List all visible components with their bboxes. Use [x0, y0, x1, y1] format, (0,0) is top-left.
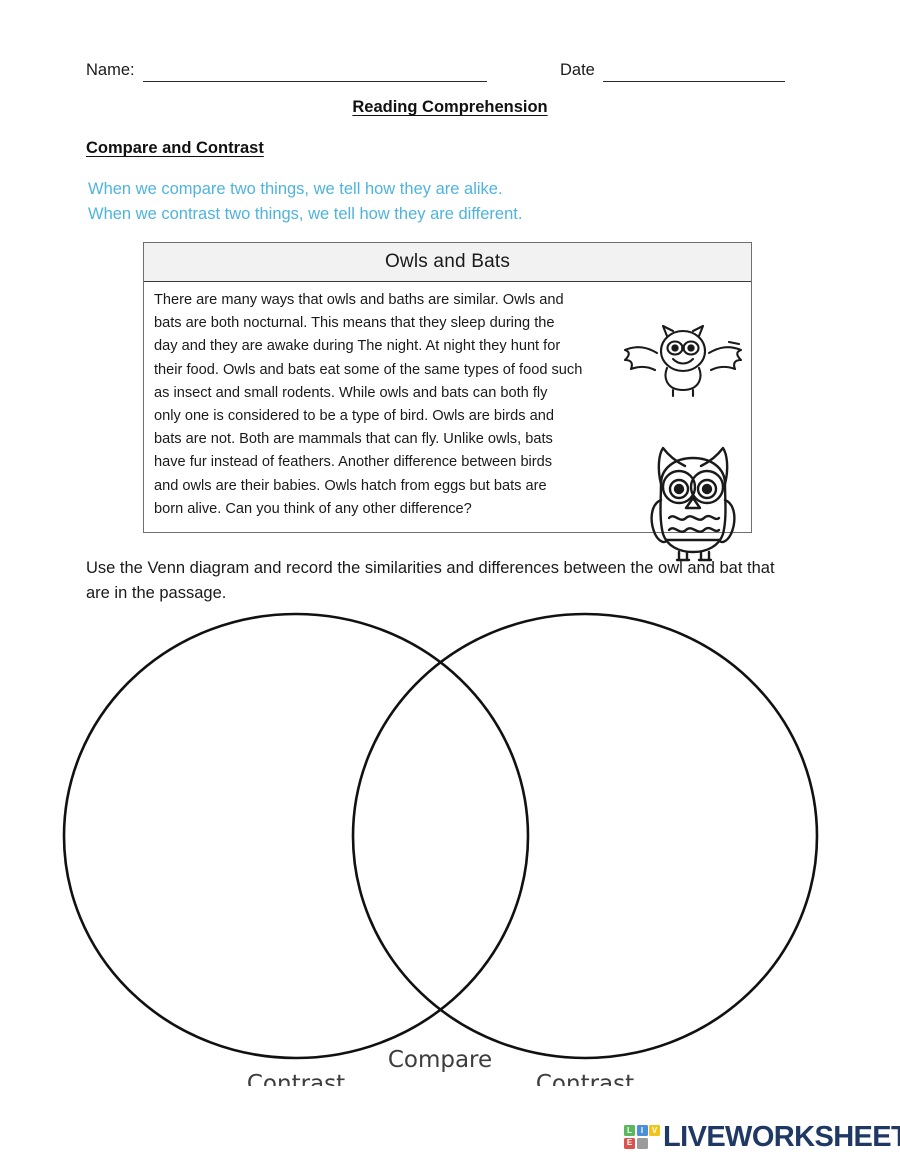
venn-circle-left[interactable] [62, 612, 530, 1060]
venn-circle-right[interactable] [351, 612, 819, 1060]
venn-svg: Contrast Compare Contrast [62, 612, 819, 1086]
logo-wordmark: LIVEWORKSHEETS [663, 1120, 900, 1153]
venn-diagram: Contrast Compare Contrast [48, 606, 848, 1086]
venn-label-center: Compare [388, 1047, 492, 1073]
passage-title: Owls and Bats [384, 251, 511, 272]
owl-icon [650, 446, 736, 562]
venn-label-right: Contrast [536, 1071, 634, 1086]
intro-line-1: When we compare two things, we tell how … [88, 180, 503, 198]
date-input[interactable] [602, 67, 785, 82]
logo-tile-1: I [636, 1125, 648, 1137]
worksheet-page: Name: Date Reading Comprehension Compare… [0, 0, 900, 1161]
logo-tile-5 [649, 1137, 660, 1149]
logo-tiles: L I V E [624, 1125, 660, 1149]
name-label: Name: [86, 61, 135, 79]
page-title: Reading Comprehension [352, 98, 548, 116]
passage-header: Owls and Bats [144, 243, 751, 282]
passage-box: Owls and Bats There are many ways that o… [143, 242, 752, 562]
name-date-row: Name: Date [86, 60, 826, 86]
venn-instructions: Use the Venn diagram and record the simi… [86, 559, 775, 602]
passage-text: There are many ways that owls and baths … [154, 292, 583, 517]
date-label: Date [560, 61, 595, 79]
bat-icon [623, 324, 743, 398]
liveworksheets-logo: L I V E LIVEWORKSHEETS [624, 1120, 900, 1154]
venn-label-left: Contrast [247, 1071, 345, 1086]
logo-tile-0: L [624, 1125, 635, 1137]
logo-tile-4 [636, 1137, 648, 1149]
logo-tile-2: V [649, 1125, 660, 1137]
passage-body: There are many ways that owls and baths … [144, 282, 751, 562]
name-input[interactable] [142, 67, 487, 82]
section-title: Compare and Contrast [86, 139, 264, 157]
name-field-group: Name: [86, 60, 487, 82]
logo-tile-3: E [624, 1137, 635, 1149]
intro-text: When we compare two things, we tell how … [88, 177, 522, 227]
intro-line-2: When we contrast two things, we tell how… [88, 205, 523, 223]
date-field-group: Date [560, 60, 785, 82]
